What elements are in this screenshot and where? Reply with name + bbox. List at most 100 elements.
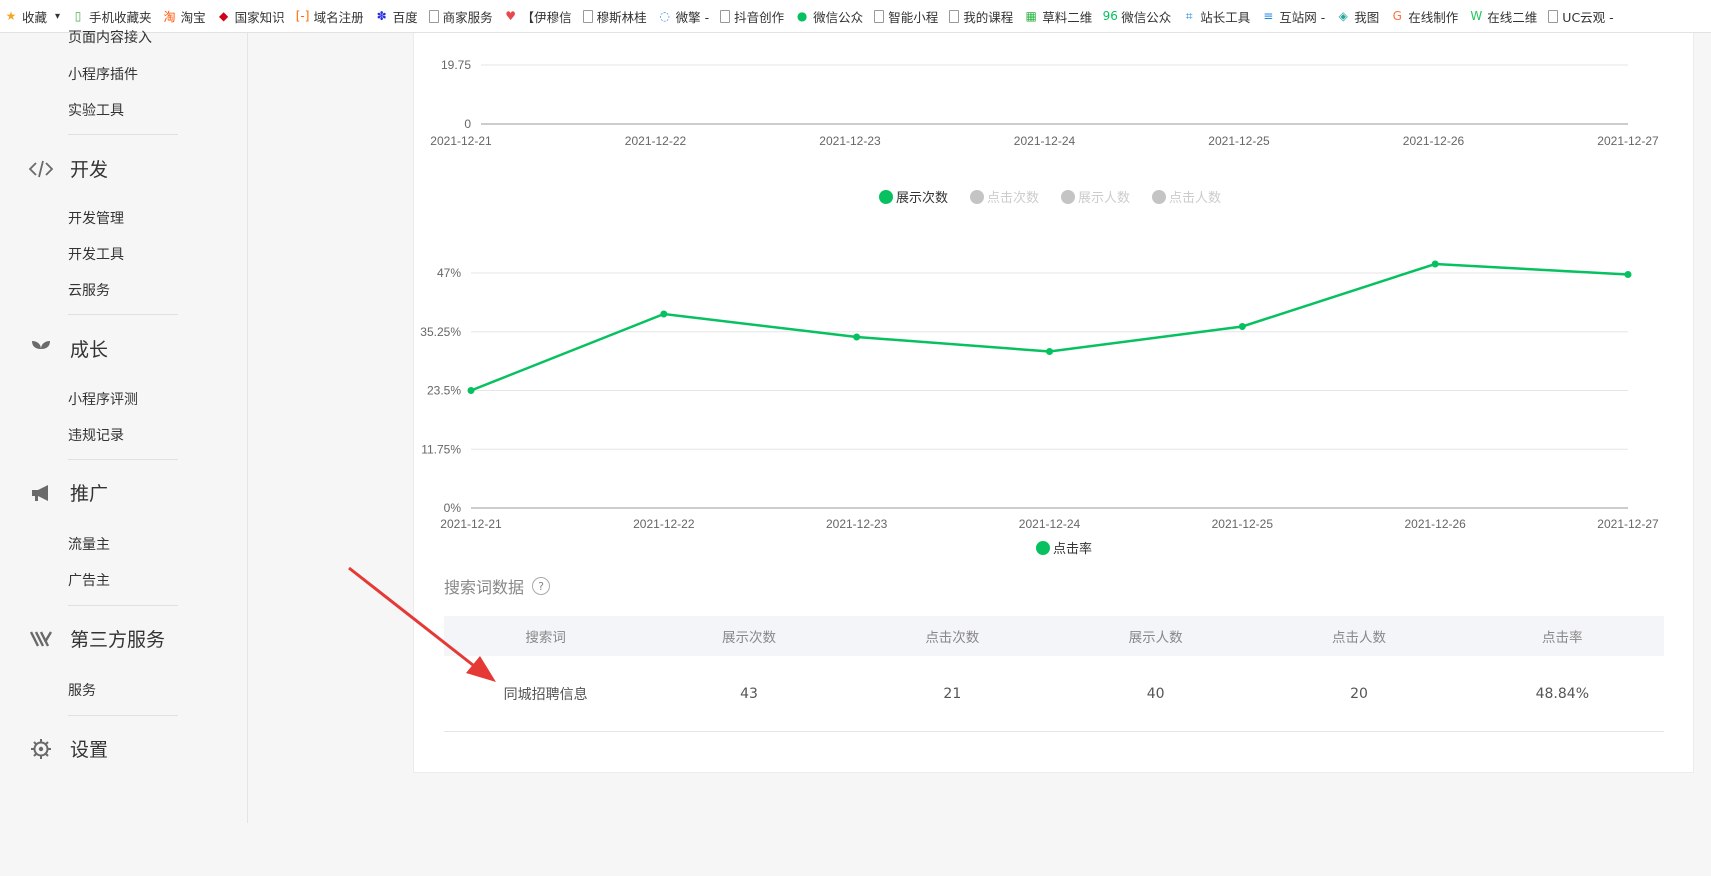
bookmark-item[interactable]: [-] 域名注册 bbox=[296, 7, 364, 26]
sidebar-item-publisher[interactable]: 流量主 bbox=[68, 534, 110, 554]
table-cell: 40 bbox=[1146, 685, 1165, 702]
section-title: 设置 bbox=[70, 739, 109, 761]
bookmark-item[interactable]: 96 微信公众 bbox=[1103, 7, 1172, 26]
bookmark-item[interactable]: ● 微信公众 bbox=[795, 7, 863, 26]
sidebar-item-plugin[interactable]: 小程序插件 bbox=[68, 64, 138, 84]
wechat-icon: ● bbox=[796, 9, 808, 23]
bookmark-label: 抖音创作 bbox=[734, 9, 785, 25]
bookmark-item[interactable]: 商家服务 bbox=[428, 7, 493, 26]
x-tick-label: 2021-12-27 bbox=[1597, 134, 1659, 148]
bookmark-item[interactable]: ▯ 手机收藏夹 bbox=[71, 7, 152, 26]
sidebar-item-cloud[interactable]: 云服务 bbox=[68, 280, 110, 300]
click-rate-chart: 0% 11.75% 23.5% 35.25% 47% 2021-12-21 2021-12-… bbox=[420, 260, 1659, 531]
sidebar-section-growth[interactable]: 成长 bbox=[28, 335, 108, 362]
file-icon bbox=[720, 9, 731, 23]
bookmark-item[interactable]: ✽ 百度 bbox=[375, 7, 418, 26]
phone-icon: ▯ bbox=[74, 9, 82, 23]
legend-dot bbox=[1152, 189, 1167, 204]
bookmark-item[interactable]: ▦ 草料二维 bbox=[1024, 7, 1093, 26]
bookmark-label: 【伊穆信 bbox=[521, 9, 572, 25]
sidebar-item-advertiser[interactable]: 广告主 bbox=[68, 570, 110, 590]
data-point[interactable] bbox=[1431, 260, 1439, 268]
legend-item[interactable]: 点击人数 bbox=[1152, 187, 1221, 206]
bookmark-item[interactable]: ♥ 【伊穆信 bbox=[504, 7, 572, 26]
column-header: 展示人数 bbox=[1128, 630, 1183, 646]
column-header: 展示次数 bbox=[721, 630, 776, 646]
click-rate-legend[interactable]: 点击率 bbox=[1036, 538, 1092, 557]
search-words-table: 搜索词 展示次数 点击次数 展示人数 点击人数 点击率 同城招聘信息 43 21… bbox=[444, 616, 1664, 732]
sidebar-item-dev-manage[interactable]: 开发管理 bbox=[68, 208, 124, 228]
qrcode-icon: ▦ bbox=[1025, 9, 1037, 23]
sidebar-item-violations[interactable]: 违规记录 bbox=[68, 425, 124, 445]
bookmark-label: 站长工具 bbox=[1200, 9, 1251, 25]
sidebar-item-evaluation[interactable]: 小程序评测 bbox=[68, 389, 138, 409]
bookmark-item[interactable]: 穆斯林桂 bbox=[582, 7, 647, 26]
section-title: 成长 bbox=[70, 339, 109, 361]
x-tick-label: 2021-12-25 bbox=[1208, 134, 1270, 148]
taobao-icon: 淘 bbox=[163, 9, 176, 24]
bookmark-item[interactable]: ◌ 微擎 - bbox=[658, 7, 709, 26]
help-icon[interactable]: ? bbox=[532, 577, 551, 595]
legend-dot bbox=[879, 189, 893, 204]
legend-item[interactable]: 展示次数 bbox=[879, 187, 948, 206]
table-cell: 48.84% bbox=[1535, 685, 1589, 702]
legend-item[interactable]: 点击次数 bbox=[970, 187, 1039, 206]
bookmark-label: 微信公众 bbox=[813, 9, 864, 25]
file-icon bbox=[1548, 9, 1559, 23]
x-tick-label: 2021-12-22 bbox=[625, 134, 687, 148]
x-tick-label: 2021-12-22 bbox=[633, 517, 695, 531]
series-line bbox=[470, 262, 1629, 392]
legend-item[interactable]: 展示人数 bbox=[1061, 187, 1130, 206]
data-point[interactable] bbox=[853, 333, 861, 341]
sidebar-nav: 页面内容接入 小程序插件 实验工具 开发 开发管理 开发工具 云服务 成长 小程… bbox=[0, 30, 248, 823]
bookmark-label: 微擎 - bbox=[675, 9, 710, 25]
bookmark-item[interactable]: ★ 收藏 ▾ bbox=[4, 7, 60, 26]
chevron-down-icon[interactable]: ▾ bbox=[55, 11, 60, 22]
bookmark-item[interactable]: 淘淘宝 bbox=[163, 7, 206, 26]
bookmark-item[interactable]: G 在线制作 bbox=[1390, 7, 1459, 26]
sidebar-section-develop[interactable]: 开发 bbox=[28, 155, 108, 182]
sidebar-item-experiment-tools[interactable]: 实验工具 bbox=[68, 100, 124, 120]
bookmark-item[interactable]: ◈ 我图 bbox=[1336, 7, 1380, 26]
y-tick-label: 0% bbox=[444, 501, 462, 515]
section-title: 第三方服务 bbox=[70, 629, 166, 651]
y-tick-label: 23.5% bbox=[427, 384, 461, 398]
y-tick-label: 0 bbox=[464, 117, 471, 131]
x-tick-label: 2021-12-26 bbox=[1403, 134, 1465, 148]
huzhan-icon: ≡ bbox=[1263, 9, 1274, 23]
bookmark-item[interactable]: 我的课程 bbox=[949, 7, 1013, 26]
y-tick-label: 19.75 bbox=[441, 58, 471, 72]
sidebar-item-dev-tools[interactable]: 开发工具 bbox=[68, 244, 124, 264]
g-icon: G bbox=[1392, 9, 1402, 23]
legend-label: 展示次数 bbox=[896, 191, 949, 206]
bookmark-item[interactable]: 抖音创作 bbox=[720, 7, 784, 26]
bookmark-item[interactable]: UC云观 - bbox=[1548, 7, 1614, 26]
w-icon: W bbox=[1470, 9, 1483, 23]
bookmark-label: 商家服务 bbox=[442, 9, 493, 25]
file-icon bbox=[949, 9, 960, 23]
section-title: 推广 bbox=[70, 483, 109, 505]
data-point[interactable] bbox=[660, 310, 668, 318]
sidebar-divider bbox=[68, 459, 178, 460]
legend-label: 点击人数 bbox=[1169, 191, 1222, 206]
section-heading: 搜索词数据 bbox=[444, 578, 525, 597]
baidu-icon: ✽ bbox=[376, 9, 387, 23]
sidebar-item-service[interactable]: 服务 bbox=[68, 680, 96, 700]
data-point[interactable] bbox=[1238, 323, 1246, 330]
data-point[interactable] bbox=[1624, 271, 1632, 278]
file-icon bbox=[428, 9, 439, 23]
data-point[interactable] bbox=[467, 387, 475, 394]
bookmark-item[interactable]: ⌗ 站长工具 bbox=[1182, 7, 1250, 26]
analytics-card: 19.75 0 2021-12-21 2021-12-22 2021-12-23 20… bbox=[413, 33, 1694, 773]
sidebar-item-page-content[interactable]: 页面内容接入 bbox=[68, 27, 152, 47]
sidebar-section-third-party[interactable]: 第三方服务 bbox=[28, 625, 165, 652]
sidebar-section-promote[interactable]: 推广 bbox=[28, 479, 108, 506]
bookmark-label: 在线二维 bbox=[1487, 9, 1538, 25]
bookmark-item[interactable]: 智能小程 bbox=[874, 7, 938, 26]
sidebar-section-settings[interactable]: 设置 bbox=[28, 735, 108, 762]
data-point[interactable] bbox=[1046, 348, 1053, 355]
layers-icon: ◈ bbox=[1338, 9, 1348, 23]
bookmark-item[interactable]: ≡ 互站网 - bbox=[1261, 7, 1325, 26]
bookmark-item[interactable]: W 在线二维 bbox=[1469, 7, 1537, 26]
bookmark-item[interactable]: ◆ 国家知识 bbox=[217, 7, 285, 26]
